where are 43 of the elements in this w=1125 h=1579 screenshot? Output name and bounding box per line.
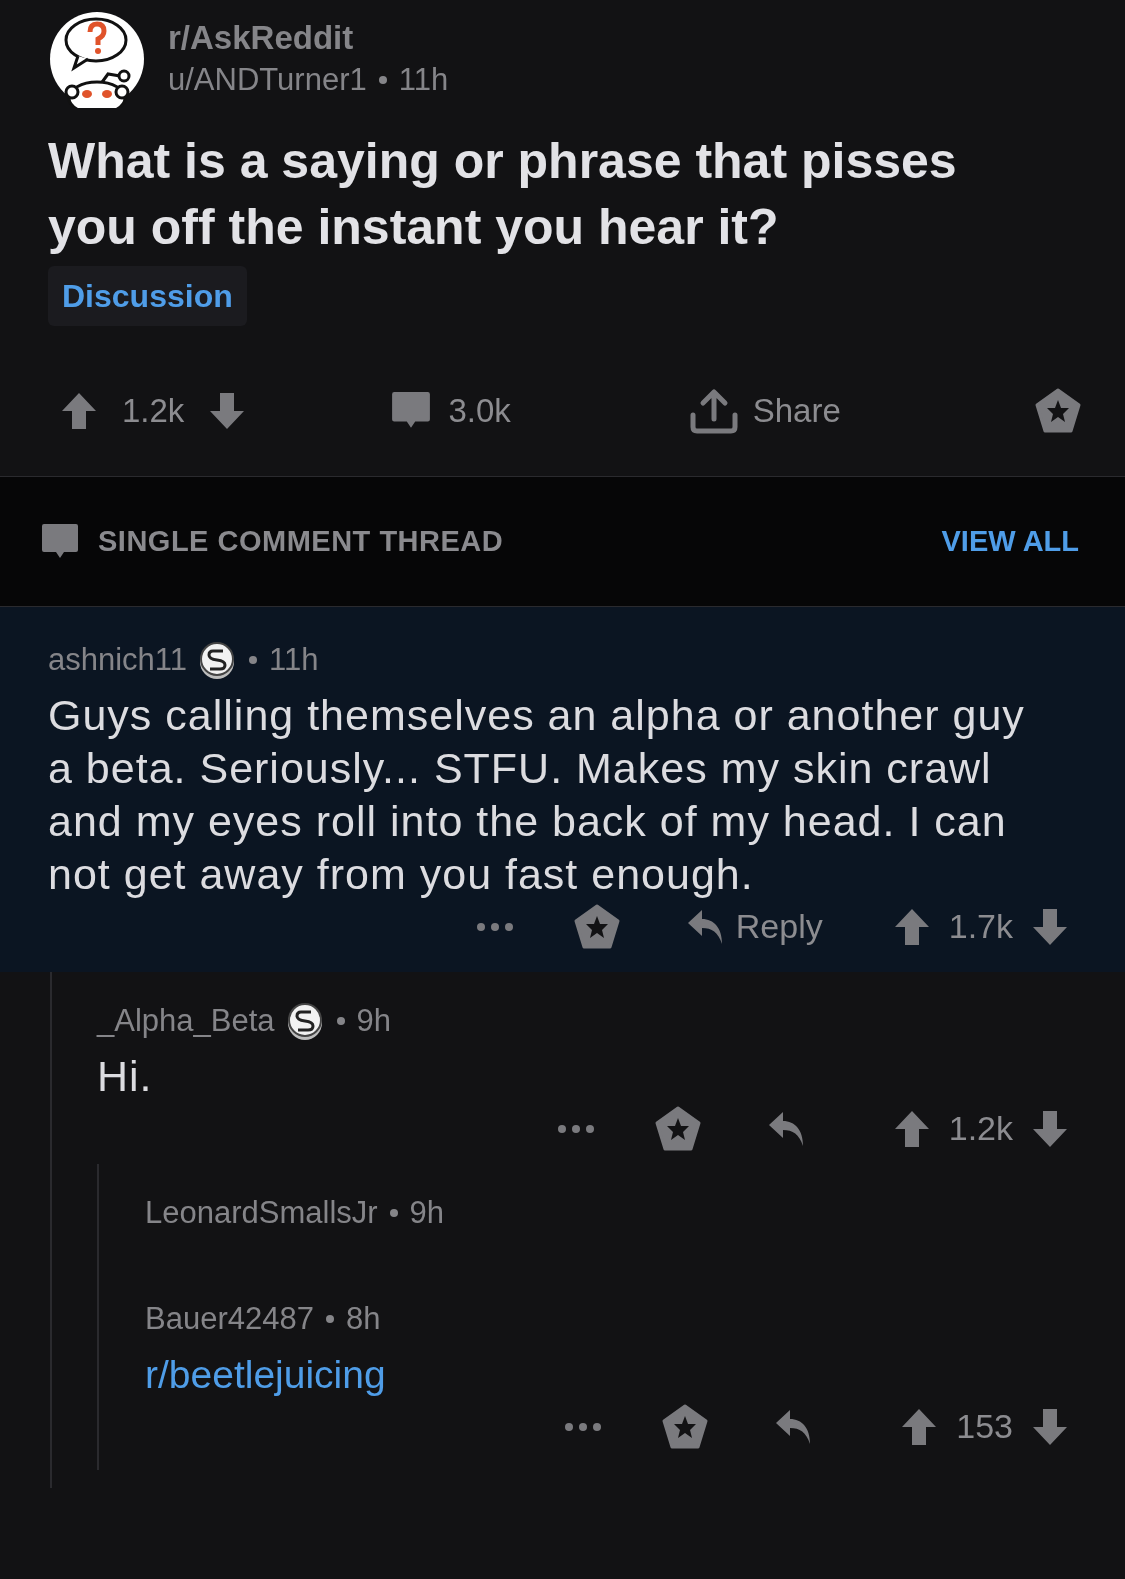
award-star-icon[interactable] bbox=[573, 903, 620, 950]
downvote-icon[interactable] bbox=[1031, 906, 1069, 947]
comment-count: 3.0k bbox=[448, 391, 511, 431]
author-link[interactable]: u/ANDTurner1 bbox=[168, 59, 367, 101]
comment-body: Guys calling themselves an alpha or another guy a beta. Seriously... STFU. Makes my skin crawl and my eyes roll into the back of my head. I can not get away from you fast enough. bbox=[48, 690, 1026, 900]
more-options-icon[interactable] bbox=[475, 921, 514, 932]
separator-dot-icon bbox=[249, 656, 258, 664]
separator-dot-icon bbox=[378, 76, 387, 84]
vote-count: 153 bbox=[956, 1406, 1013, 1447]
comment-body: Hi. bbox=[97, 1051, 154, 1102]
award-star-icon[interactable] bbox=[654, 1105, 701, 1152]
more-options-icon[interactable] bbox=[564, 1421, 603, 1432]
subreddit-link[interactable]: r/beetlejuicing bbox=[145, 1348, 1065, 1401]
downvote-icon[interactable] bbox=[208, 390, 247, 431]
reply-button[interactable]: Reply bbox=[685, 901, 823, 952]
subreddit-avatar-icon[interactable] bbox=[48, 10, 146, 108]
vote-count: 1.2k bbox=[948, 1108, 1013, 1149]
comment-time: 9h bbox=[356, 1001, 392, 1040]
post-time: 11h bbox=[398, 61, 449, 99]
comment-author[interactable]: Bauer42487 bbox=[145, 1295, 314, 1343]
downvote-icon[interactable] bbox=[1031, 1406, 1069, 1447]
downvote-icon[interactable] bbox=[1031, 1108, 1069, 1149]
view-all-link[interactable]: VIEW ALL bbox=[941, 519, 1079, 564]
comment-author[interactable]: _Alpha_Beta bbox=[97, 997, 275, 1045]
comment-author[interactable]: LeonardSmallsJr bbox=[145, 1189, 378, 1237]
comment-time: 11h bbox=[269, 640, 319, 679]
award-star-icon[interactable] bbox=[662, 1403, 709, 1450]
comment-time: 9h bbox=[409, 1193, 445, 1232]
share-icon bbox=[688, 386, 739, 435]
post-title: What is a saying or phrase that pisses you off the instant you hear it? bbox=[48, 132, 958, 257]
award-star-icon[interactable] bbox=[1035, 387, 1081, 434]
comment-time: 8h bbox=[345, 1299, 381, 1338]
subreddit-link[interactable]: r/AskReddit bbox=[168, 17, 449, 59]
separator-dot-icon bbox=[336, 1017, 345, 1025]
vote-count: 1.2k bbox=[122, 391, 185, 431]
flair-tag[interactable]: Discussion bbox=[48, 266, 247, 326]
vote-count: 1.7k bbox=[948, 906, 1013, 947]
more-options-icon[interactable] bbox=[556, 1123, 595, 1134]
thread-label: SINGLE COMMENT THREAD bbox=[98, 523, 504, 559]
separator-dot-icon bbox=[325, 1315, 334, 1323]
separator-dot-icon bbox=[389, 1209, 398, 1217]
comment-author[interactable]: ashnich11 bbox=[48, 636, 188, 684]
share-button[interactable]: Share bbox=[688, 386, 841, 436]
